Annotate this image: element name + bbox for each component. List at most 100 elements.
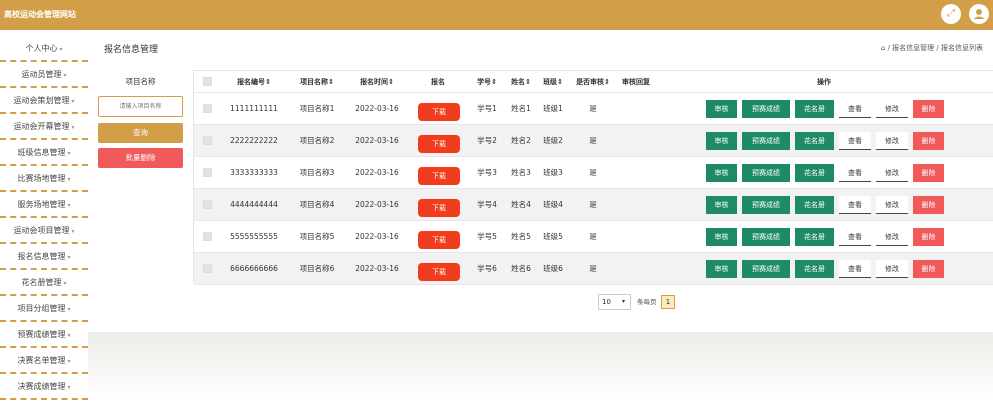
sidebar-item-registration[interactable]: 报名信息管理 ▾	[0, 244, 88, 270]
sidebar-item-athletes[interactable]: 运动员管理 ▾	[0, 62, 88, 88]
sidebar-item-service-venues[interactable]: 服务场地管理 ▾	[0, 192, 88, 218]
top-bar: 高校运动会管理网站 ⤢	[0, 0, 993, 30]
chevron-down-icon: ▾	[67, 150, 71, 157]
page-size-select[interactable]: 10	[598, 294, 631, 310]
delete-button[interactable]: 删除	[913, 100, 944, 118]
sidebar-item-opening[interactable]: 运动会开幕管理 ▾	[0, 114, 88, 140]
view-button[interactable]: 查看	[839, 196, 871, 214]
roster-button[interactable]: 花名册	[795, 196, 834, 214]
download-button[interactable]: 下载	[418, 167, 460, 185]
review-button[interactable]: 审核	[706, 100, 737, 118]
download-button[interactable]: 下载	[418, 231, 460, 249]
app-title: 高校运动会管理网站	[4, 10, 76, 19]
sidebar-item-class-info[interactable]: 班级信息管理 ▾	[0, 140, 88, 166]
prelim-score-button[interactable]: 预赛成绩	[742, 196, 790, 214]
edit-button[interactable]: 修改	[876, 164, 908, 182]
table-header-row: 报名编号 ⇕ 项目名称 ⇕ 报名时间 ⇕ 报名 学号 ⇕ 姓名 ⇕ 班级 ⇕ 是否审核 ⇕ 审…	[194, 71, 993, 93]
roster-button[interactable]: 花名册	[795, 260, 834, 278]
delete-button[interactable]: 删除	[913, 228, 944, 246]
header-student-no[interactable]: 学号 ⇕	[472, 71, 502, 92]
sidebar-item-grouping[interactable]: 项目分组管理 ▾	[0, 296, 88, 322]
chevron-down-icon: ▾	[622, 298, 626, 305]
sidebar-item-planning[interactable]: 运动会策划管理 ▾	[0, 88, 88, 114]
sidebar-item-final-list[interactable]: 决赛名单管理 ▾	[0, 348, 88, 374]
chevron-down-icon: ▾	[67, 254, 71, 261]
review-button[interactable]: 审核	[706, 132, 737, 150]
sidebar-item-roster[interactable]: 花名册管理 ▾	[0, 270, 88, 296]
header-approved[interactable]: 是否审核 ⇕	[572, 71, 614, 92]
edit-button[interactable]: 修改	[876, 196, 908, 214]
chevron-down-icon: ▾	[59, 46, 63, 53]
header-name[interactable]: 姓名 ⇕	[506, 71, 536, 92]
view-button[interactable]: 查看	[839, 260, 871, 278]
header-project[interactable]: 项目名称 ⇕	[287, 71, 347, 92]
row-checkbox[interactable]	[202, 264, 212, 273]
table-row: 6666666666 项目名称6 2022-03-16 下载 学号6 姓名6 班…	[194, 253, 993, 285]
sidebar-item-events[interactable]: 运动会项目管理 ▾	[0, 218, 88, 244]
sidebar-item-final-scores[interactable]: 决赛成绩管理 ▾	[0, 374, 88, 400]
chevron-down-icon: ▾	[67, 306, 71, 313]
header-reply: 审核回复	[622, 77, 650, 86]
edit-button[interactable]: 修改	[876, 228, 908, 246]
row-checkbox[interactable]	[202, 168, 212, 177]
chevron-down-icon: ▾	[67, 358, 71, 365]
download-button[interactable]: 下载	[418, 103, 460, 121]
chevron-down-icon: ▾	[71, 124, 75, 131]
delete-button[interactable]: 删除	[913, 260, 944, 278]
row-checkbox[interactable]	[202, 104, 212, 113]
search-input[interactable]	[98, 96, 183, 117]
chevron-down-icon: ▾	[63, 72, 67, 79]
view-button[interactable]: 查看	[839, 132, 871, 150]
chevron-down-icon: ▾	[67, 384, 71, 391]
download-button[interactable]: 下载	[418, 263, 460, 281]
delete-button[interactable]: 删除	[913, 132, 944, 150]
download-button[interactable]: 下载	[418, 199, 460, 217]
download-button[interactable]: 下载	[418, 135, 460, 153]
select-all-checkbox[interactable]	[202, 77, 212, 86]
review-button[interactable]: 审核	[706, 196, 737, 214]
header-class[interactable]: 班级 ⇕	[538, 71, 568, 92]
prelim-score-button[interactable]: 预赛成绩	[742, 164, 790, 182]
header-signup: 报名	[431, 77, 445, 86]
roster-button[interactable]: 花名册	[795, 100, 834, 118]
roster-button[interactable]: 花名册	[795, 132, 834, 150]
edit-button[interactable]: 修改	[876, 260, 908, 278]
chevron-down-icon: ▾	[63, 280, 67, 287]
user-icon[interactable]	[969, 4, 989, 24]
review-button[interactable]: 审核	[706, 164, 737, 182]
edit-button[interactable]: 修改	[876, 100, 908, 118]
view-button[interactable]: 查看	[839, 100, 871, 118]
data-table: 报名编号 ⇕ 项目名称 ⇕ 报名时间 ⇕ 报名 学号 ⇕ 姓名 ⇕ 班级 ⇕ 是否审核 ⇕ 审…	[193, 70, 993, 285]
query-button[interactable]: 查询	[98, 123, 183, 143]
row-checkbox[interactable]	[202, 232, 212, 241]
per-page-label: 条每页	[637, 298, 657, 306]
sidebar-item-personal-center[interactable]: 个人中心 ▾	[0, 36, 88, 62]
row-checkbox[interactable]	[202, 200, 212, 209]
roster-button[interactable]: 花名册	[795, 164, 834, 182]
delete-button[interactable]: 删除	[913, 196, 944, 214]
review-button[interactable]: 审核	[706, 228, 737, 246]
prelim-score-button[interactable]: 预赛成绩	[742, 260, 790, 278]
sidebar-item-venues[interactable]: 比赛场地管理 ▾	[0, 166, 88, 192]
header-time[interactable]: 报名时间 ⇕	[347, 71, 407, 92]
table-row: 1111111111 项目名称1 2022-03-16 下载 学号1 姓名1 班…	[194, 93, 993, 125]
prelim-score-button[interactable]: 预赛成绩	[742, 132, 790, 150]
view-button[interactable]: 查看	[839, 228, 871, 246]
sidebar-item-prelim-scores[interactable]: 预赛成绩管理 ▾	[0, 322, 88, 348]
home-icon[interactable]: ⌂	[881, 44, 885, 52]
expand-icon[interactable]: ⤢	[941, 4, 961, 24]
delete-button[interactable]: 删除	[913, 164, 944, 182]
prelim-score-button[interactable]: 预赛成绩	[742, 228, 790, 246]
table-row: 5555555555 项目名称5 2022-03-16 下载 学号5 姓名5 班…	[194, 221, 993, 253]
header-id[interactable]: 报名编号 ⇕	[224, 71, 284, 92]
row-checkbox[interactable]	[202, 136, 212, 145]
page-number-current[interactable]: 1	[661, 295, 675, 309]
prelim-score-button[interactable]: 预赛成绩	[742, 100, 790, 118]
edit-button[interactable]: 修改	[876, 132, 908, 150]
page-title: 报名信息管理	[104, 45, 159, 55]
review-button[interactable]: 审核	[706, 260, 737, 278]
roster-button[interactable]: 花名册	[795, 228, 834, 246]
chevron-down-icon: ▾	[71, 98, 75, 105]
view-button[interactable]: 查看	[839, 164, 871, 182]
batch-delete-button[interactable]: 批量删除	[98, 148, 183, 168]
